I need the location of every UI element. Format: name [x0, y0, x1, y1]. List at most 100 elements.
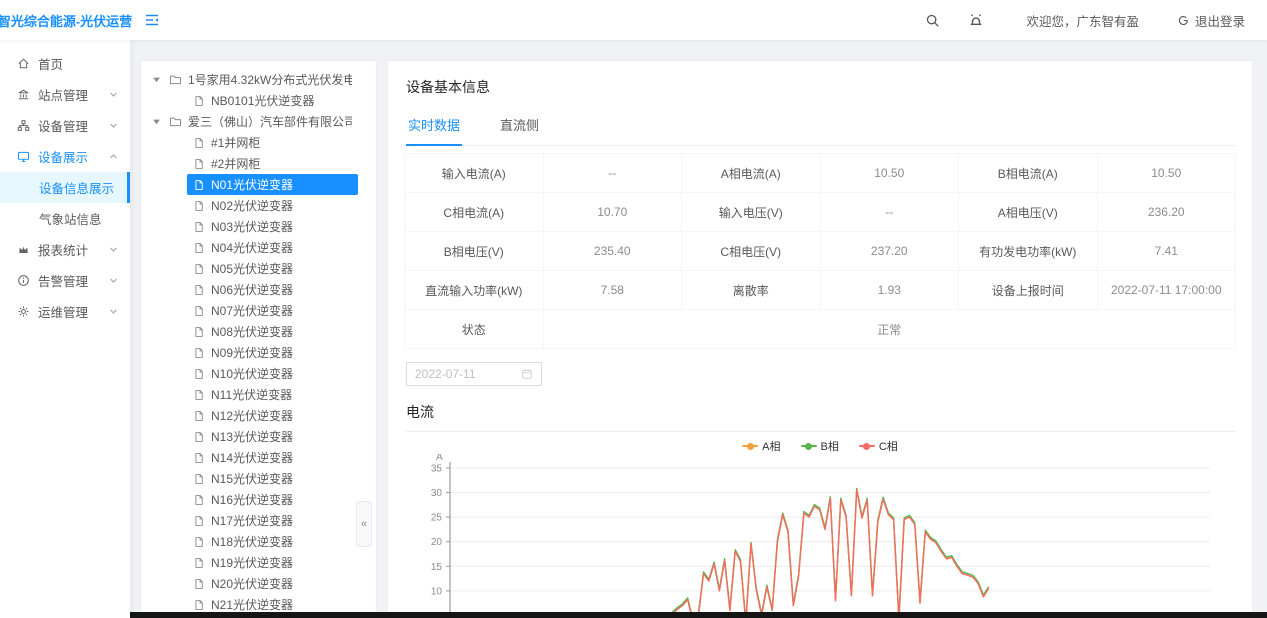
- svg-text:A: A: [436, 454, 443, 463]
- sidebar-item-site-management[interactable]: 站点管理: [0, 79, 130, 110]
- file-icon: [193, 221, 205, 233]
- file-icon: [193, 284, 205, 296]
- tree-node-content[interactable]: N18光伏逆变器: [187, 531, 358, 552]
- date-picker[interactable]: 2022-07-11: [406, 362, 542, 386]
- legend-item[interactable]: B相: [801, 438, 839, 454]
- tree-node[interactable]: N11光伏逆变器: [141, 384, 376, 405]
- tree-node[interactable]: #2并网柜: [141, 153, 376, 174]
- file-icon: [193, 242, 205, 254]
- tree-node[interactable]: N06光伏逆变器: [141, 279, 376, 300]
- tree-node[interactable]: N20光伏逆变器: [141, 573, 376, 594]
- info-label: 输入电流(A): [405, 154, 544, 193]
- info-label: C相电流(A): [405, 193, 544, 232]
- tree-node-content[interactable]: N09光伏逆变器: [187, 342, 358, 363]
- alert-icon[interactable]: [968, 12, 984, 28]
- tree-node[interactable]: N16光伏逆变器: [141, 489, 376, 510]
- chevron-down-icon: [109, 90, 118, 99]
- tree-node-content[interactable]: NB0101光伏逆变器: [187, 90, 358, 111]
- tree-node-content[interactable]: 爱三（佛山）汽车部件有限公司光伏发: [163, 111, 358, 132]
- sidebar-item-device-management[interactable]: 设备管理: [0, 110, 130, 141]
- tree-node[interactable]: N17光伏逆变器: [141, 510, 376, 531]
- caret-down-icon[interactable]: [149, 117, 163, 126]
- menu-fold-button[interactable]: [144, 12, 160, 28]
- sidebar-item-report-statistics[interactable]: 报表统计: [0, 234, 130, 265]
- legend-marker: [859, 445, 875, 447]
- tree-node[interactable]: N14光伏逆变器: [141, 447, 376, 468]
- tree-node[interactable]: N19光伏逆变器: [141, 552, 376, 573]
- folder-icon: [169, 115, 182, 128]
- tree-node-content[interactable]: N12光伏逆变器: [187, 405, 358, 426]
- tree-node-label: N09光伏逆变器: [211, 344, 293, 361]
- legend-item[interactable]: A相: [742, 438, 780, 454]
- file-icon: [193, 179, 205, 191]
- tree-node-content[interactable]: N19光伏逆变器: [187, 552, 358, 573]
- tree-node[interactable]: N05光伏逆变器: [141, 258, 376, 279]
- tree-node[interactable]: N04光伏逆变器: [141, 237, 376, 258]
- sidebar-item-weather-station-info[interactable]: 气象站信息: [0, 203, 130, 234]
- menu-fold-icon: [144, 12, 160, 28]
- file-icon: [193, 578, 205, 590]
- tree-node-content[interactable]: #2并网柜: [187, 153, 358, 174]
- tree-node[interactable]: N01光伏逆变器: [141, 174, 376, 195]
- sidebar-item-home[interactable]: 首页: [0, 48, 130, 79]
- tab-realtime-data[interactable]: 实时数据: [406, 109, 462, 146]
- tree-node[interactable]: N03光伏逆变器: [141, 216, 376, 237]
- tree-node-content[interactable]: #1并网柜: [187, 132, 358, 153]
- tree-node-content[interactable]: N17光伏逆变器: [187, 510, 358, 531]
- tree-node-content[interactable]: N20光伏逆变器: [187, 573, 358, 594]
- tree-node[interactable]: 1号家用4.32kW分布式光伏发电站: [141, 69, 376, 90]
- search-icon[interactable]: [925, 13, 940, 28]
- tree-node[interactable]: N10光伏逆变器: [141, 363, 376, 384]
- tree-node-content[interactable]: N11光伏逆变器: [187, 384, 358, 405]
- logout-icon: [1177, 14, 1190, 27]
- tree-node-label: N01光伏逆变器: [211, 176, 293, 193]
- topbar-actions: 欢迎您，广东智有盈 退出登录: [897, 11, 1267, 30]
- tree-node-content[interactable]: N15光伏逆变器: [187, 468, 358, 489]
- tree-node-content[interactable]: N14光伏逆变器: [187, 447, 358, 468]
- tab-dc-side[interactable]: 直流侧: [498, 109, 541, 146]
- series-0: [450, 490, 989, 618]
- tree-node-content[interactable]: N10光伏逆变器: [187, 363, 358, 384]
- sidebar-item-device-display[interactable]: 设备展示: [0, 141, 130, 172]
- tree-node-content[interactable]: N16光伏逆变器: [187, 489, 358, 510]
- tree-node-content[interactable]: N13光伏逆变器: [187, 426, 358, 447]
- tree-node-content[interactable]: N05光伏逆变器: [187, 258, 358, 279]
- tree-node[interactable]: N15光伏逆变器: [141, 468, 376, 489]
- tree-node[interactable]: N12光伏逆变器: [141, 405, 376, 426]
- tree-node[interactable]: N13光伏逆变器: [141, 426, 376, 447]
- tree-node[interactable]: NB0101光伏逆变器: [141, 90, 376, 111]
- tree-node-label: 1号家用4.32kW分布式光伏发电站: [188, 71, 352, 88]
- sidebar-item-device-info-display[interactable]: 设备信息展示: [0, 172, 130, 203]
- tree-node-content[interactable]: N02光伏逆变器: [187, 195, 358, 216]
- tree-node[interactable]: N09光伏逆变器: [141, 342, 376, 363]
- device-info-table: 输入电流(A)--A相电流(A)10.50B相电流(A)10.50C相电流(A)…: [404, 153, 1236, 349]
- tree-node-content[interactable]: N04光伏逆变器: [187, 237, 358, 258]
- tree-node-content[interactable]: N06光伏逆变器: [187, 279, 358, 300]
- caret-down-icon[interactable]: [149, 75, 163, 84]
- svg-text:30: 30: [431, 488, 443, 499]
- tree-node[interactable]: N18光伏逆变器: [141, 531, 376, 552]
- info-label: 输入电压(V): [682, 193, 821, 232]
- tree-node-label: N04光伏逆变器: [211, 239, 293, 256]
- sidebar-item-operation-management[interactable]: 运维管理: [0, 296, 130, 327]
- tree-node-content[interactable]: N03光伏逆变器: [187, 216, 358, 237]
- tree-node-content[interactable]: N07光伏逆变器: [187, 300, 358, 321]
- tree-node[interactable]: N08光伏逆变器: [141, 321, 376, 342]
- legend-item[interactable]: C相: [859, 438, 898, 454]
- info-value: 7.41: [1097, 232, 1236, 271]
- sidebar-item-alarm-management[interactable]: 告警管理: [0, 265, 130, 296]
- tree-node[interactable]: N07光伏逆变器: [141, 300, 376, 321]
- tree-node[interactable]: N02光伏逆变器: [141, 195, 376, 216]
- tree-node-content[interactable]: 1号家用4.32kW分布式光伏发电站: [163, 69, 358, 90]
- cluster-icon: [17, 119, 30, 132]
- tree-node[interactable]: 爱三（佛山）汽车部件有限公司光伏发: [141, 111, 376, 132]
- chevron-down-icon: [109, 121, 118, 130]
- file-icon: [193, 368, 205, 380]
- series-2: [450, 490, 989, 618]
- tree-node[interactable]: #1并网柜: [141, 132, 376, 153]
- tree-node-content[interactable]: N01光伏逆变器: [187, 174, 358, 195]
- tree-collapse-handle[interactable]: «: [356, 501, 372, 547]
- chevron-down-icon: [109, 276, 118, 285]
- logout-button[interactable]: 退出登录: [1177, 11, 1245, 30]
- tree-node-content[interactable]: N08光伏逆变器: [187, 321, 358, 342]
